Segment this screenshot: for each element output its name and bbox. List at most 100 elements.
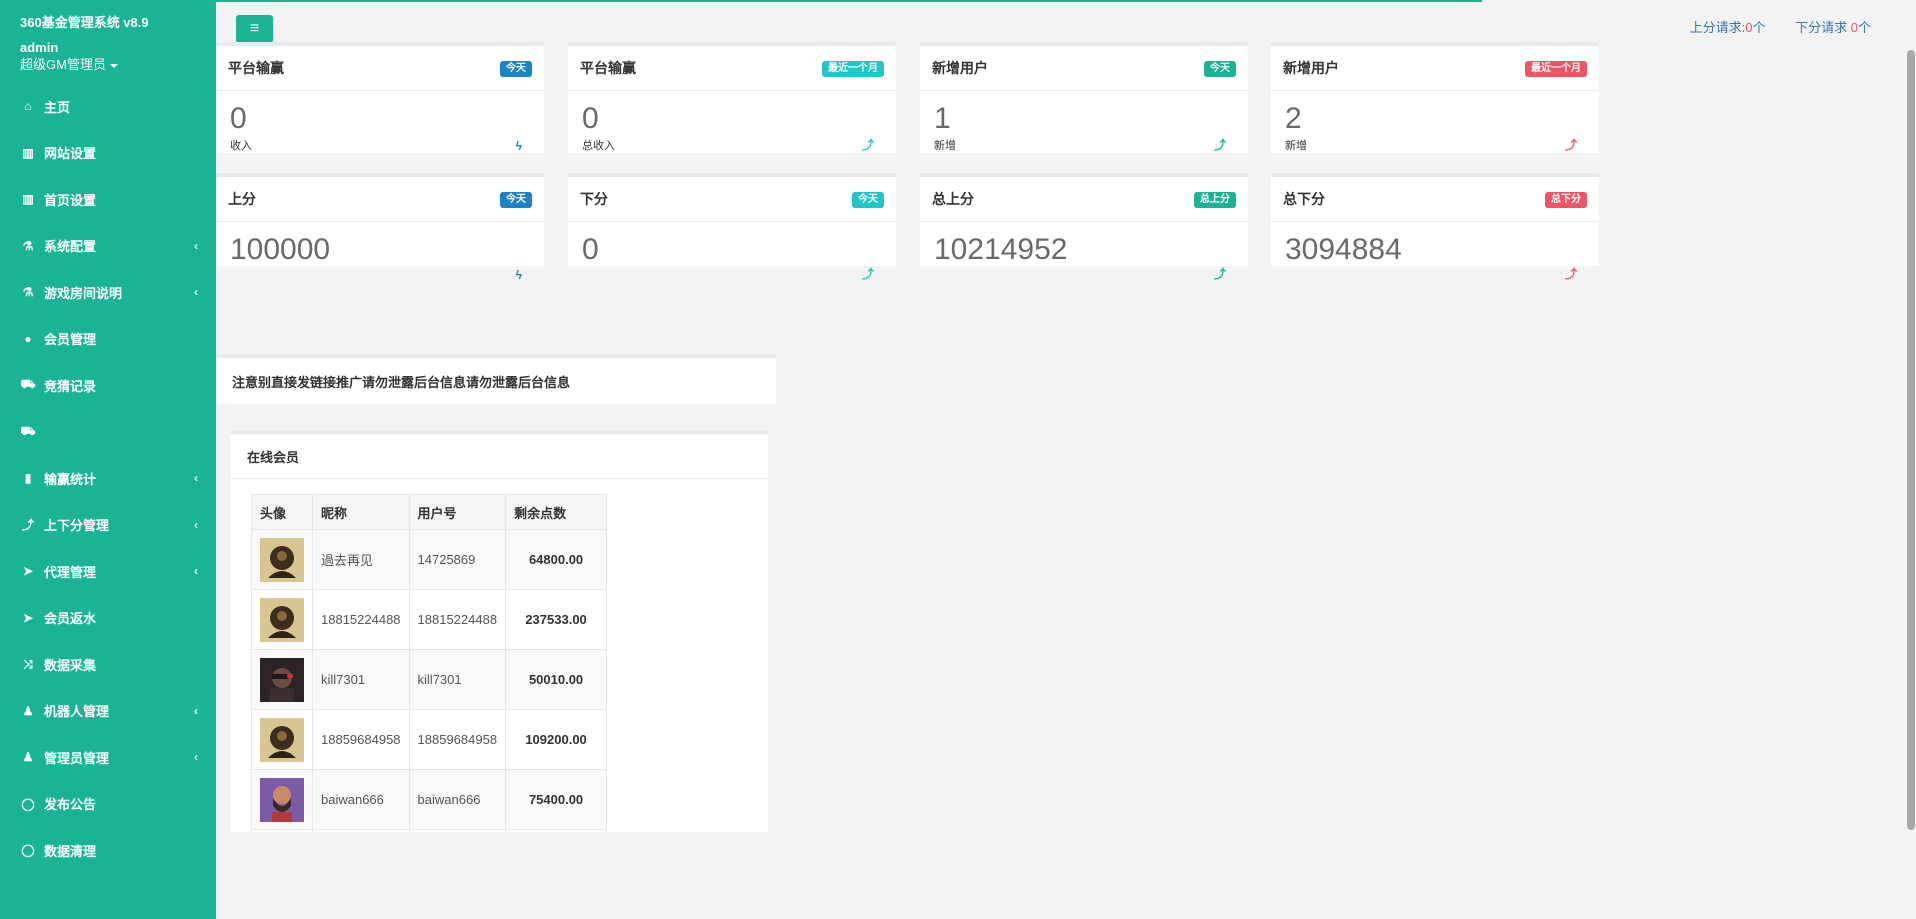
paper-plane-icon: ➤ bbox=[22, 610, 34, 625]
notice-box: 注意别直接发链接推广请勿泄露后台信息请勿泄露后台信息 bbox=[216, 354, 776, 404]
flask-icon: ⚗ bbox=[22, 238, 34, 253]
stat-card: 新增用户 今天 1 新增 ⤴ bbox=[920, 42, 1248, 153]
points-cell: 75400.00 bbox=[505, 769, 608, 830]
scrollbar-thumb[interactable] bbox=[1907, 50, 1915, 830]
chevron-left-icon: ‹ bbox=[194, 517, 198, 532]
sidebar-item-label: 游戏房间说明 bbox=[44, 285, 123, 301]
nickname-cell: 18815224488 bbox=[312, 589, 410, 650]
stat-card: 平台输赢 今天 0 收入 ϟ bbox=[216, 42, 544, 153]
stat-value: 100000 bbox=[230, 233, 331, 266]
username: admin bbox=[20, 40, 59, 55]
chevron-left-icon: ‹ bbox=[194, 703, 198, 718]
stat-card-body: 100000 ϟ bbox=[216, 222, 544, 282]
sidebar-item-label: 竞猜记录 bbox=[44, 378, 97, 394]
comment-icon: ◯ bbox=[21, 796, 35, 811]
stat-title: 总上分 bbox=[932, 191, 974, 207]
chevron-left-icon: ‹ bbox=[194, 564, 198, 579]
stat-card-title: 总下分 总下分 bbox=[1271, 177, 1599, 222]
avatar-cell bbox=[251, 829, 313, 832]
down-request-count: 0 bbox=[1850, 20, 1858, 35]
avatar bbox=[260, 657, 304, 702]
car-icon: ⛟ bbox=[20, 377, 36, 392]
stat-card-body: 10214952 ⤴ bbox=[920, 222, 1248, 281]
stat-card: 平台输赢 最近一个月 0 总收入 ⤴ bbox=[568, 42, 896, 153]
table-header-row: 头像 昵称 用户号 剩余点数 bbox=[251, 494, 608, 530]
page-progress-bar bbox=[216, 0, 1482, 2]
stat-title: 上分 bbox=[228, 191, 256, 207]
level-up-icon: ⤴ bbox=[861, 267, 874, 281]
sidebar: 360基金管理系统 v8.9 admin 超级GM管理员 ⌂ 主页 ▥ 网站设置 ▥ 首页… bbox=[0, 0, 216, 919]
chevron-left-icon: ‹ bbox=[194, 285, 198, 300]
stat-badge: 今天 bbox=[852, 192, 884, 208]
down-request-link[interactable]: 下分请求 0个 bbox=[1795, 20, 1871, 35]
columns-icon: ▥ bbox=[22, 145, 34, 160]
sidebar-item-label: 数据采集 bbox=[44, 657, 97, 673]
stat-value: 0 bbox=[230, 102, 247, 135]
sidebar-item-11[interactable]: ➤ 会员返水 bbox=[0, 595, 216, 642]
stat-card-body: 0 总收入 ⤴ bbox=[568, 91, 896, 163]
sidebar-item-3[interactable]: ⚗ 系统配置 ‹ bbox=[0, 223, 216, 270]
table-row: kill7301 kill7301 50010.00 bbox=[251, 649, 608, 710]
stat-card-body: 0 ⤴ bbox=[568, 222, 896, 281]
stat-title: 下分 bbox=[580, 191, 608, 207]
sidebar-item-0[interactable]: ⌂ 主页 bbox=[0, 83, 216, 130]
random-icon: ⤨ bbox=[23, 656, 33, 671]
stat-value: 2 bbox=[1285, 102, 1302, 135]
avatar bbox=[260, 537, 304, 582]
points-cell: 64800.00 bbox=[505, 529, 608, 590]
sidebar-item-14[interactable]: ♟ 管理员管理 ‹ bbox=[0, 734, 216, 781]
flask-icon: ⚗ bbox=[22, 285, 34, 300]
avatar-cell bbox=[251, 649, 313, 710]
bolt-icon: ϟ bbox=[515, 268, 522, 282]
up-request-link[interactable]: 上分请求:0个 bbox=[1690, 20, 1766, 35]
uid-cell: 14725869 bbox=[408, 529, 507, 590]
sidebar-item-1[interactable]: ▥ 网站设置 bbox=[0, 130, 216, 177]
car-icon: ⛟ bbox=[20, 423, 36, 438]
avatar bbox=[260, 717, 304, 762]
up-request-label: 上分请求: bbox=[1689, 20, 1746, 35]
stat-subtitle: 新增 bbox=[1285, 140, 1307, 152]
chevron-left-icon: ‹ bbox=[194, 750, 198, 765]
stat-badge: 最近一个月 bbox=[1525, 61, 1587, 77]
nickname-cell: kill7301 bbox=[312, 649, 410, 710]
stat-title: 新增用户 bbox=[932, 60, 988, 76]
sidebar-item-9[interactable]: ⤴ 上下分管理 ‹ bbox=[0, 502, 216, 549]
sidebar-item-7[interactable]: ⛟ bbox=[0, 409, 216, 456]
sidebar-item-8[interactable]: ▮ 输赢统计 ‹ bbox=[0, 455, 216, 502]
uid-cell: 18859684958 bbox=[408, 709, 507, 770]
col-uid: 用户号 bbox=[408, 494, 507, 530]
sidebar-item-4[interactable]: ⚗ 游戏房间说明 ‹ bbox=[0, 269, 216, 316]
sidebar-item-label: 发布公告 bbox=[44, 797, 97, 813]
sidebar-item-16[interactable]: ◯ 数据清理 bbox=[0, 827, 216, 874]
online-members-title: 在线会员 bbox=[231, 434, 768, 479]
nickname-cell: baiwan666 bbox=[312, 769, 410, 830]
bar-chart-icon: ▮ bbox=[24, 471, 32, 486]
points-cell: 237533.00 bbox=[505, 589, 608, 650]
online-members-table: 头像 昵称 用户号 剩余点数 過去再见 14725869 64800.00 18815… bbox=[251, 494, 608, 832]
role-dropdown[interactable]: 超级GM管理员 bbox=[20, 56, 216, 73]
sidebar-item-12[interactable]: ⤨ 数据采集 bbox=[0, 641, 216, 688]
menu-toggle-button[interactable]: ≡ bbox=[236, 15, 273, 43]
sidebar-item-2[interactable]: ▥ 首页设置 bbox=[0, 176, 216, 223]
table-row: baiwan666 baiwan666 75400.00 bbox=[251, 769, 608, 830]
home-icon: ⌂ bbox=[24, 99, 32, 114]
points-cell: 50010.00 bbox=[505, 649, 608, 710]
sidebar-item-13[interactable]: ♟ 机器人管理 ‹ bbox=[0, 688, 216, 735]
comment-icon: ◯ bbox=[21, 843, 35, 858]
stat-badge: 最近一个月 bbox=[822, 61, 884, 77]
stat-badge: 今天 bbox=[500, 192, 532, 208]
sidebar-item-label: 数据清理 bbox=[44, 843, 97, 859]
sidebar-item-5[interactable]: ● 会员管理 bbox=[0, 316, 216, 363]
stat-card: 上分 今天 100000 ϟ bbox=[216, 173, 544, 282]
down-request-unit: 个 bbox=[1857, 20, 1871, 35]
app-title: 360基金管理系统 v8.9 bbox=[20, 15, 149, 30]
chevron-left-icon: ‹ bbox=[194, 238, 198, 253]
sidebar-item-15[interactable]: ◯ 发布公告 bbox=[0, 781, 216, 828]
uid-cell: kill7301 bbox=[408, 649, 507, 710]
sidebar-item-10[interactable]: ➤ 代理管理 ‹ bbox=[0, 548, 216, 595]
stat-card-title: 上分 今天 bbox=[216, 177, 544, 222]
sidebar-item-label: 会员管理 bbox=[44, 332, 97, 348]
male-icon: ♟ bbox=[22, 750, 34, 765]
level-up-icon: ⤴ bbox=[21, 518, 34, 533]
sidebar-item-6[interactable]: ⛟ 竞猜记录 bbox=[0, 362, 216, 409]
